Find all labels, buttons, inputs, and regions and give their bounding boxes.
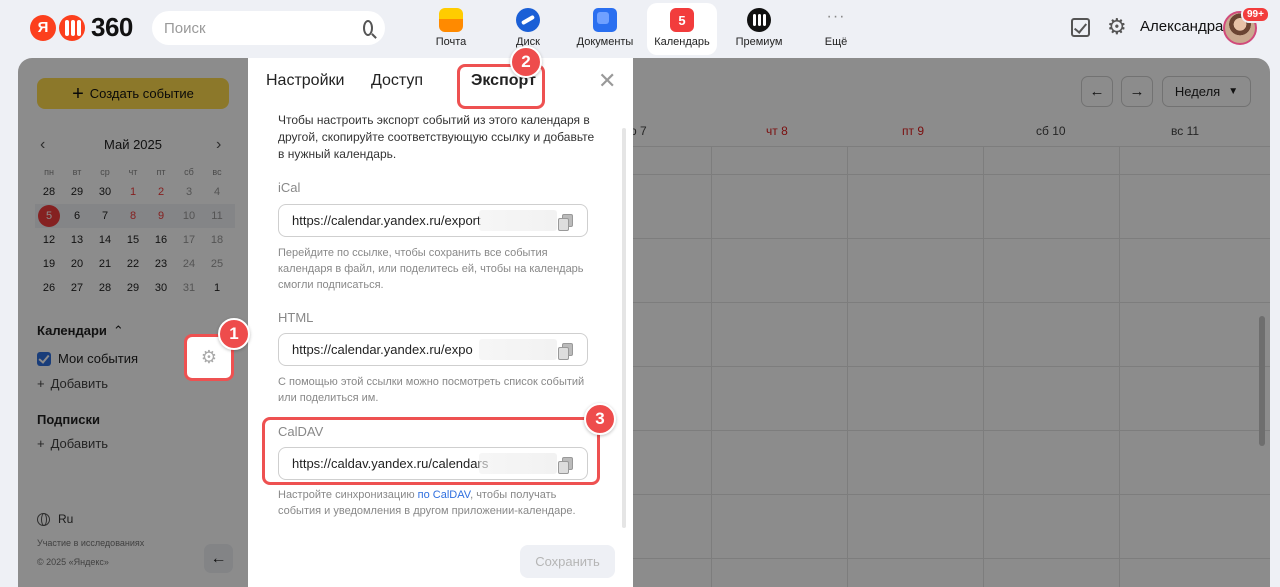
logo-text: 360 — [91, 12, 133, 42]
service-premium[interactable]: Премиум — [724, 3, 794, 55]
search-icon[interactable] — [363, 20, 373, 36]
service-docs[interactable]: Документы — [570, 3, 640, 55]
caldav-label: CalDAV — [278, 424, 324, 439]
premium-icon — [747, 8, 771, 32]
blurred-token — [479, 210, 557, 231]
disk-icon — [516, 8, 540, 32]
notifications-badge: 99+ — [1241, 6, 1270, 23]
step-badge-1: 1 — [218, 318, 250, 350]
ical-url-value: https://calendar.yandex.ru/export — [292, 213, 481, 228]
save-button[interactable]: Сохранить — [520, 545, 615, 578]
html-label: HTML — [278, 310, 314, 325]
caldav-url-field[interactable]: https://caldav.yandex.ru/calendars — [278, 447, 588, 480]
service-label: Ещё — [824, 36, 848, 48]
service-label: Документы — [576, 36, 634, 48]
more-icon: ··· — [826, 8, 846, 25]
step-badge-2: 2 — [510, 46, 542, 78]
mail-icon — [439, 8, 463, 32]
search-input[interactable] — [164, 19, 363, 37]
caldav-help-before: Настройте синхронизацию — [278, 489, 418, 501]
gear-icon[interactable]: ⚙ — [201, 347, 217, 368]
settings-gear-icon[interactable]: ⚙ — [1107, 16, 1129, 38]
copy-icon[interactable] — [558, 214, 573, 231]
html-url-field[interactable]: https://calendar.yandex.ru/expo — [278, 333, 588, 366]
copy-icon[interactable] — [558, 457, 573, 474]
yandex-360-logo[interactable]: Я 360 — [30, 12, 133, 43]
ical-help-text: Перейдите по ссылке, чтобы сохранить все… — [278, 247, 584, 291]
close-icon[interactable]: ✕ — [598, 70, 616, 92]
ical-label: iCal — [278, 180, 301, 195]
service-more[interactable]: ··· Ещё — [801, 3, 871, 55]
top-bar: Я 360 Почта Диск Документы 5 Календарь П… — [0, 0, 1280, 58]
tab-access[interactable]: Доступ — [371, 72, 423, 90]
calendar-settings-panel: Настройки Доступ Экспорт ✕ Чтобы настрои… — [248, 58, 633, 587]
service-calendar[interactable]: 5 Календарь — [647, 3, 717, 55]
caldav-help-text: Настройте синхронизацию по CalDAV, чтобы… — [278, 487, 588, 519]
search-box[interactable] — [152, 11, 385, 45]
service-label: Календарь — [654, 36, 710, 48]
docs-icon — [593, 8, 617, 32]
export-intro-text: Чтобы настроить экспорт событий из этого… — [278, 113, 595, 161]
modal-overlay[interactable] — [18, 58, 1270, 587]
service-mail[interactable]: Почта — [416, 3, 486, 55]
service-label: Премиум — [735, 36, 783, 48]
blurred-token — [479, 453, 557, 474]
tasks-icon[interactable] — [1071, 18, 1090, 37]
step-badge-3: 3 — [584, 403, 616, 435]
360-logo-icon — [59, 14, 85, 41]
caldav-help-link[interactable]: по CalDAV — [418, 489, 470, 501]
service-label: Почта — [435, 36, 467, 48]
copy-icon[interactable] — [558, 343, 573, 360]
panel-scrollbar[interactable] — [622, 128, 626, 528]
blurred-token — [479, 339, 557, 360]
calendar-icon: 5 — [670, 8, 694, 32]
caldav-url-value: https://caldav.yandex.ru/calendars — [292, 456, 489, 471]
tab-settings[interactable]: Настройки — [266, 72, 344, 90]
user-name[interactable]: Александра — [1140, 18, 1223, 35]
ical-url-field[interactable]: https://calendar.yandex.ru/export — [278, 204, 588, 237]
yandex-logo-icon: Я — [30, 14, 56, 41]
html-help-text: С помощью этой ссылки можно посмотреть с… — [278, 376, 585, 404]
html-url-value: https://calendar.yandex.ru/expo — [292, 342, 473, 357]
